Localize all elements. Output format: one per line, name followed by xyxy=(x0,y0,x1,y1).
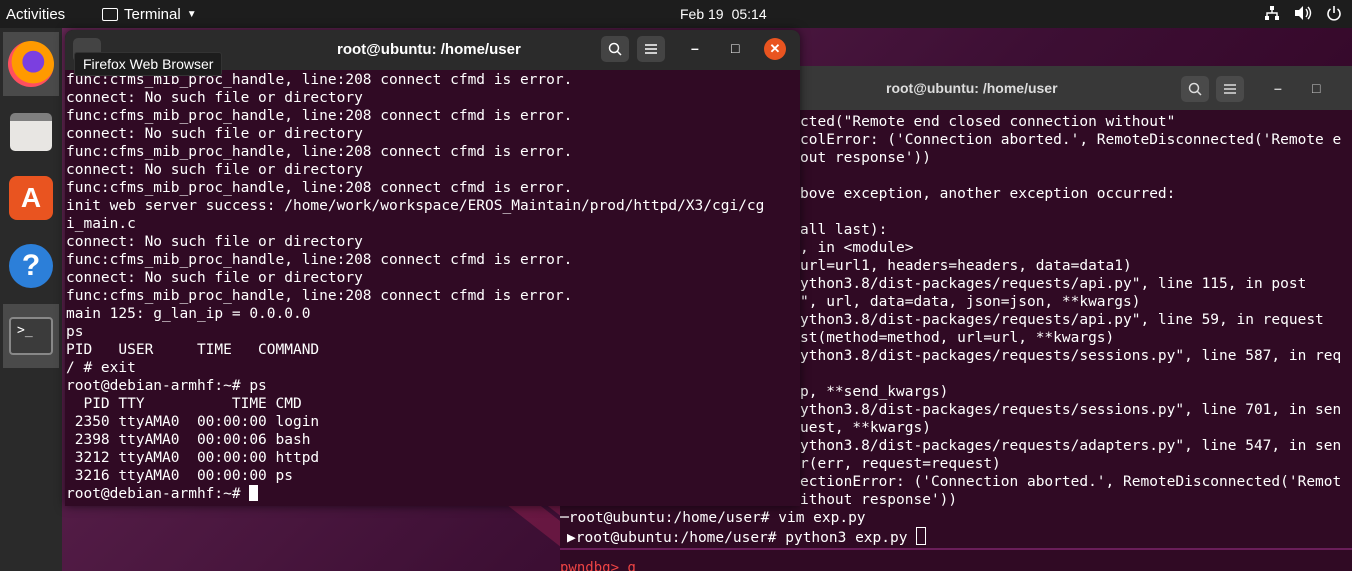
terminal-line: 3216 ttyAMA0 00:00:00 ps xyxy=(66,468,293,484)
terminal-line: ython3.8/dist-packages/requests/api.py",… xyxy=(800,312,1324,328)
terminal-line: connect: No such file or directory xyxy=(66,162,363,178)
terminal-line: func:cfms_mib_proc_handle, line:208 conn… xyxy=(66,288,573,304)
terminal-line: ", url, data=data, json=json, **kwargs) xyxy=(800,294,1141,310)
close-icon: ✕ xyxy=(769,41,781,56)
terminal-line: ython3.8/dist-packages/requests/sessions… xyxy=(800,402,1342,418)
terminal-line: func:cfms_mib_proc_handle, line:208 conn… xyxy=(66,252,573,268)
minimize-icon[interactable]: – xyxy=(1274,80,1282,96)
terminal-line: st(method=method, url=url, **kwargs) xyxy=(800,330,1115,346)
terminal-line: ps xyxy=(66,324,84,340)
terminal-line: 2398 ttyAMA0 00:00:06 bash xyxy=(66,432,311,448)
terminal-line: , in <module> xyxy=(800,240,914,256)
clock-date: Feb 19 xyxy=(680,6,724,22)
window-title: root@ubuntu: /home/user xyxy=(886,80,1058,96)
network-icon[interactable] xyxy=(1264,5,1280,24)
front-terminal-window[interactable]: root@ubuntu: /home/user – □ ✕ func:cfms_… xyxy=(65,30,800,506)
terminal-line: root@debian-armhf:~# ps xyxy=(66,378,267,394)
pane-divider xyxy=(560,548,1352,550)
dock-item-software[interactable]: A xyxy=(3,166,59,230)
terminal-line: ython3.8/dist-packages/requests/api.py",… xyxy=(800,276,1307,292)
terminal-line: ython3.8/dist-packages/requests/adapters… xyxy=(800,438,1342,454)
terminal-line: ithout response')) xyxy=(800,492,958,508)
app-menu[interactable]: Terminal ▼ xyxy=(102,6,197,23)
dock-item-firefox[interactable] xyxy=(3,32,59,96)
terminal-line: bove exception, another exception occurr… xyxy=(800,186,1176,202)
system-tray[interactable] xyxy=(1264,5,1342,24)
terminal-line: func:cfms_mib_proc_handle, line:208 conn… xyxy=(66,180,573,196)
prompt-line: root@debian-armhf:~# xyxy=(66,485,800,503)
menu-button[interactable] xyxy=(1216,76,1244,102)
terminal-line: connect: No such file or directory xyxy=(66,234,363,250)
terminal-line: init web server success: /home/work/work… xyxy=(66,198,765,214)
hamburger-icon xyxy=(645,44,657,54)
dock-tooltip: Firefox Web Browser xyxy=(74,52,223,76)
text-cursor xyxy=(916,527,927,545)
text-cursor xyxy=(249,485,259,501)
app-menu-label: Terminal xyxy=(124,6,181,23)
search-button[interactable] xyxy=(1181,76,1209,102)
search-button[interactable] xyxy=(601,36,629,62)
firefox-icon xyxy=(8,41,54,87)
maximize-icon[interactable]: □ xyxy=(1312,80,1320,96)
terminal-line: PID TTY TIME CMD xyxy=(66,396,302,412)
window-title: root@ubuntu: /home/user xyxy=(337,41,521,58)
clock[interactable]: Feb 19 05:14 xyxy=(680,6,767,22)
help-icon: ? xyxy=(9,244,53,288)
terminal-line: cted("Remote end closed connection witho… xyxy=(800,114,1176,130)
dock-item-help[interactable]: ? xyxy=(3,234,59,298)
terminal-line: main 125: g_lan_ip = 0.0.0.0 xyxy=(66,306,311,322)
command-line: ▶root@ubuntu:/home/user# python3 exp.py xyxy=(567,527,927,546)
terminal-line: 3212 ttyAMA0 00:00:00 httpd xyxy=(66,450,320,466)
terminal-line: func:cfms_mib_proc_handle, line:208 conn… xyxy=(66,108,573,124)
terminal-line: ectionError: ('Connection aborted.', Rem… xyxy=(800,474,1342,490)
pwndbg-prompt: pwndbg> q xyxy=(560,560,636,571)
maximize-icon[interactable]: □ xyxy=(731,40,739,56)
command-line: ─root@ubuntu:/home/user# vim exp.py xyxy=(560,510,866,526)
chevron-down-icon: ▼ xyxy=(186,9,197,20)
activities-button[interactable]: Activities xyxy=(6,6,65,23)
terminal-line: p, **send_kwargs) xyxy=(800,384,949,400)
hamburger-icon xyxy=(1224,84,1236,94)
terminal-line: connect: No such file or directory xyxy=(66,90,363,106)
terminal-line: connect: No such file or directory xyxy=(66,126,363,142)
minimize-icon[interactable]: – xyxy=(691,40,699,56)
terminal-line: ython3.8/dist-packages/requests/sessions… xyxy=(800,348,1342,364)
terminal-line: i_main.c xyxy=(66,216,136,232)
terminal-line: out response')) xyxy=(800,150,931,166)
search-icon xyxy=(608,42,622,56)
software-store-icon: A xyxy=(9,176,53,220)
volume-icon[interactable] xyxy=(1294,5,1312,24)
terminal-line: url=url1, headers=headers, data=data1) xyxy=(800,258,1132,274)
terminal-output[interactable]: func:cfms_mib_proc_handle, line:208 conn… xyxy=(65,70,800,506)
terminal-line: PID USER TIME COMMAND xyxy=(66,342,320,358)
terminal-line: / # exit xyxy=(66,360,136,376)
clock-time: 05:14 xyxy=(731,6,767,22)
dock-item-files[interactable] xyxy=(3,100,59,164)
terminal-icon: >_ xyxy=(9,317,53,355)
terminal-line: uest, **kwargs) xyxy=(800,420,931,436)
terminal-line: 2350 ttyAMA0 00:00:00 login xyxy=(66,414,320,430)
dock-item-terminal[interactable]: >_ xyxy=(3,304,59,368)
terminal-line: colError: ('Connection aborted.', Remote… xyxy=(800,132,1342,148)
top-bar: Activities Terminal ▼ Feb 19 05:14 xyxy=(0,0,1352,28)
terminal-line: r(err, request=request) xyxy=(800,456,1001,472)
terminal-line: func:cfms_mib_proc_handle, line:208 conn… xyxy=(66,144,573,160)
files-icon xyxy=(10,113,52,151)
prompt-text: root@debian-armhf:~# xyxy=(66,486,250,502)
dock: A ? >_ xyxy=(0,28,62,571)
terminal-icon xyxy=(102,8,118,21)
command-text: ▶root@ubuntu:/home/user# python3 exp.py xyxy=(567,530,917,546)
terminal-line: all last): xyxy=(800,222,888,238)
search-icon xyxy=(1188,82,1202,96)
menu-button[interactable] xyxy=(637,36,665,62)
close-button[interactable]: ✕ xyxy=(764,38,786,60)
terminal-line: connect: No such file or directory xyxy=(66,270,363,286)
power-icon[interactable] xyxy=(1326,5,1342,24)
